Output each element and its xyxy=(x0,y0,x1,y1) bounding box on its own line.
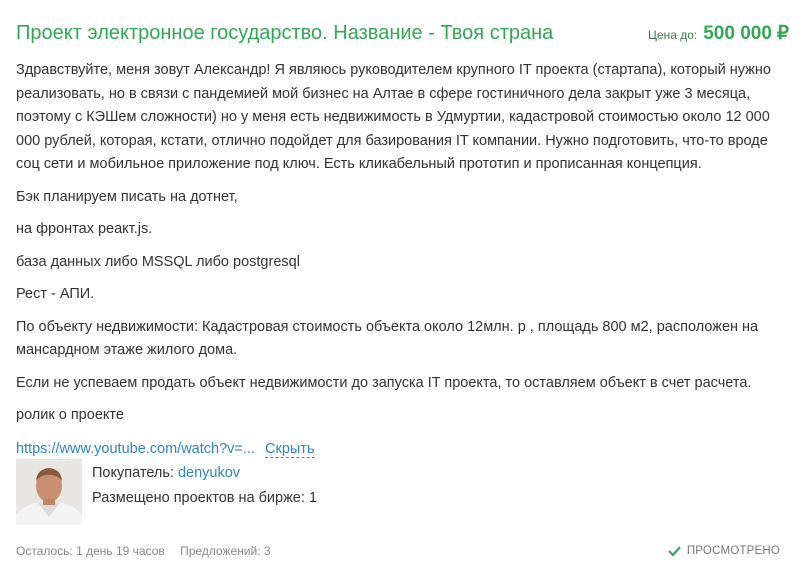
description-paragraph: на фронтах реакт.js. xyxy=(16,221,153,237)
user-avatar-icon xyxy=(16,459,82,525)
project-price: Цена до: 500 000 ₽ xyxy=(648,22,789,45)
buyer-name-link[interactable]: denyukov xyxy=(178,465,240,481)
checkmark-icon xyxy=(668,546,681,556)
time-left: Осталось: 1 день 19 часов xyxy=(16,544,165,558)
description-paragraph: база данных либо MSSQL либо postgresql xyxy=(16,253,300,270)
hide-button[interactable]: Скрыть xyxy=(265,440,315,458)
projects-label: Размещено проектов на бирже: xyxy=(92,490,305,506)
projects-count: 1 xyxy=(308,490,318,506)
project-description: Здравствуйте, меня зовут Александр! Я яв… xyxy=(16,59,776,461)
viewed-status: ПРОСМОТРЕНО xyxy=(668,545,780,557)
youtube-link[interactable]: https://www.youtube.com/watch?v=... xyxy=(16,441,255,457)
project-header: Проект электронное государство. Название… xyxy=(16,18,789,48)
offers-count: Предложений: 3 xyxy=(180,544,271,558)
description-paragraph: Если не успеваем продать объект недвижим… xyxy=(16,374,752,391)
project-footer: Осталось: 1 день 19 часов Предложений: 3… xyxy=(16,541,780,561)
buyer-info: Покупатель: denyukov Размещено проектов … xyxy=(92,461,317,511)
buyer-line: Покупатель: denyukov xyxy=(92,461,317,486)
link-row: https://www.youtube.com/watch?v=... Скры… xyxy=(16,437,776,461)
buyer-label: Покупатель: xyxy=(92,465,174,481)
description-paragraph: По объекту недвижимости: Кадастровая сто… xyxy=(16,318,759,359)
ruble-icon: ₽ xyxy=(776,22,789,44)
description-paragraph: Рест - АПИ. xyxy=(16,286,95,302)
footer-meta: Осталось: 1 день 19 часов Предложений: 3 xyxy=(16,544,283,558)
project-card: Проект электронное государство. Название… xyxy=(0,0,799,573)
description-paragraph: ролик о проекте xyxy=(16,407,124,423)
project-title[interactable]: Проект электронное государство. Название… xyxy=(16,22,553,45)
description-paragraph: Бэк планируем писать на дотнет, xyxy=(16,188,238,205)
projects-line: Размещено проектов на бирже: 1 xyxy=(92,486,317,511)
viewed-label: ПРОСМОТРЕНО xyxy=(686,545,780,557)
price-value: 500 000 xyxy=(703,22,772,44)
buyer-block: Покупатель: denyukov Размещено проектов … xyxy=(16,459,317,525)
avatar[interactable] xyxy=(16,459,82,525)
price-label: Цена до: xyxy=(648,27,698,42)
description-paragraph: Здравствуйте, меня зовут Александр! Я яв… xyxy=(16,62,771,172)
